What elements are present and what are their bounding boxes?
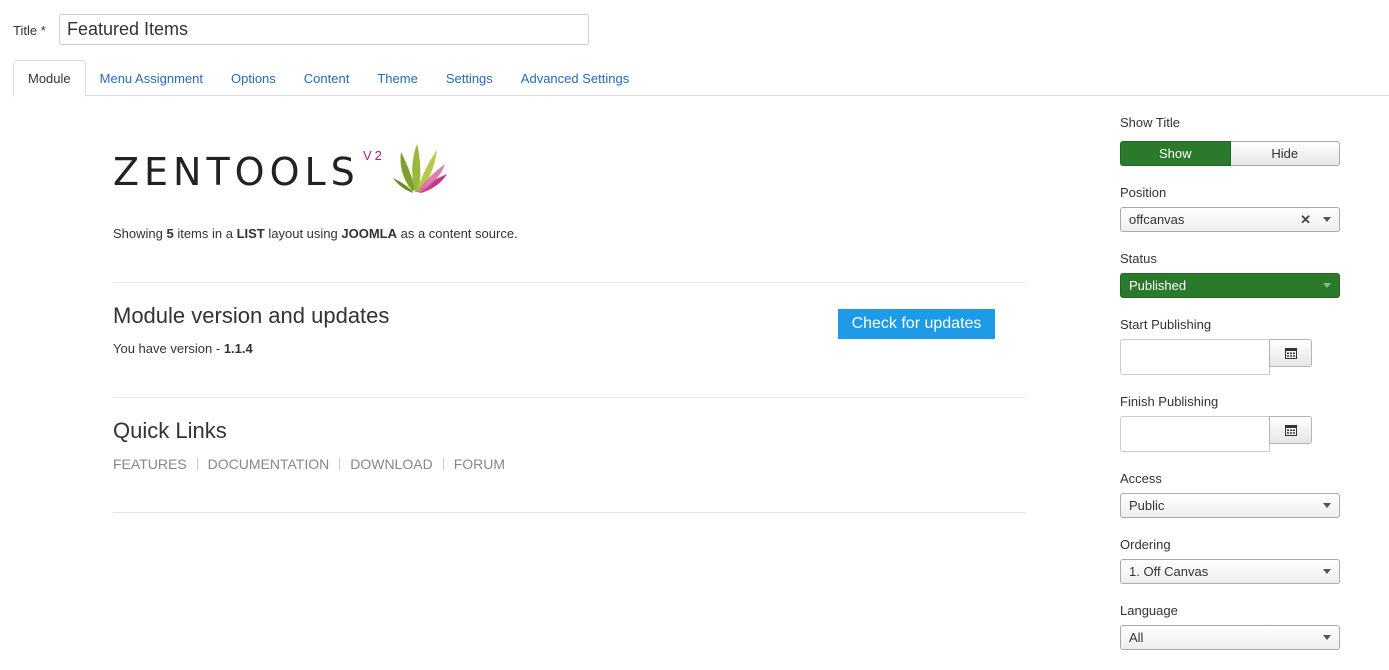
tab-advanced-settings[interactable]: Advanced Settings	[507, 60, 643, 96]
chevron-down-icon	[1323, 635, 1331, 640]
start-publishing-field	[1120, 339, 1312, 375]
title-input[interactable]	[59, 14, 589, 45]
calendar-icon	[1284, 348, 1297, 359]
finish-calendar-button[interactable]	[1269, 416, 1312, 444]
show-title-label: Show Title	[1120, 115, 1180, 130]
check-updates-button[interactable]: Check for updates	[838, 309, 995, 339]
link-features[interactable]: FEATURES	[113, 456, 187, 472]
hide-button[interactable]: Hide	[1230, 141, 1340, 166]
chevron-down-icon	[1323, 217, 1331, 222]
calendar-icon	[1284, 425, 1297, 436]
position-select[interactable]: offcanvas ✕	[1120, 207, 1340, 232]
start-publishing-label: Start Publishing	[1120, 317, 1212, 332]
access-value: Public	[1129, 498, 1165, 513]
version-prefix: You have version -	[113, 341, 224, 356]
position-value: offcanvas	[1129, 212, 1185, 227]
divider	[113, 282, 1026, 283]
zentools-logo: ZENTOOLS V2	[113, 140, 453, 200]
language-select[interactable]: All	[1120, 625, 1340, 650]
tab-content[interactable]: Content	[290, 60, 364, 96]
chevron-down-icon	[1323, 569, 1331, 574]
version-text: You have version - 1.1.4	[113, 341, 253, 356]
language-label: Language	[1120, 603, 1178, 618]
ordering-value: 1. Off Canvas	[1129, 564, 1209, 579]
summary-mid2: layout using	[264, 226, 342, 241]
show-title-toggle: Show Hide	[1120, 141, 1340, 166]
clear-x-icon[interactable]: ✕	[1300, 212, 1311, 228]
summary-prefix: Showing	[113, 226, 167, 241]
version-number: 1.1.4	[223, 341, 253, 356]
leaf-logo-icon	[393, 144, 447, 193]
chevron-down-icon	[1323, 283, 1331, 288]
link-forum[interactable]: FORUM	[454, 456, 505, 472]
divider	[113, 512, 1026, 513]
summary-suffix: as a content source.	[396, 226, 518, 241]
quick-links-heading: Quick Links	[113, 418, 227, 443]
link-documentation[interactable]: DOCUMENTATION	[208, 456, 330, 472]
tab-settings[interactable]: Settings	[432, 60, 507, 96]
title-label: Title *	[13, 22, 46, 38]
summary-layout: LIST	[236, 226, 265, 241]
title-row: Title *	[13, 14, 589, 46]
chevron-down-icon	[1323, 503, 1331, 508]
tab-options[interactable]: Options	[217, 60, 290, 96]
show-button[interactable]: Show	[1120, 141, 1231, 166]
tab-bar: Module Menu Assignment Options Content T…	[13, 60, 1389, 97]
version-heading: Module version and updates	[113, 303, 390, 328]
start-calendar-button[interactable]	[1269, 339, 1312, 367]
summary-mid1: items in a	[173, 226, 237, 241]
quick-links: FEATURES DOCUMENTATION DOWNLOAD FORUM	[113, 456, 505, 472]
access-label: Access	[1120, 471, 1162, 486]
ordering-select[interactable]: 1. Off Canvas	[1120, 559, 1340, 584]
summary-source: JOOMLA	[341, 226, 397, 241]
status-select[interactable]: Published	[1120, 273, 1340, 298]
finish-publishing-input[interactable]	[1120, 416, 1270, 452]
start-publishing-input[interactable]	[1120, 339, 1270, 375]
link-separator	[339, 458, 341, 470]
status-value: Published	[1129, 278, 1187, 293]
finish-publishing-field	[1120, 416, 1312, 452]
tab-theme[interactable]: Theme	[363, 60, 431, 96]
finish-publishing-label: Finish Publishing	[1120, 394, 1219, 409]
tab-menu-assignment[interactable]: Menu Assignment	[86, 60, 217, 96]
ordering-label: Ordering	[1120, 537, 1171, 552]
tab-module[interactable]: Module	[13, 60, 86, 97]
link-separator	[442, 458, 444, 470]
divider	[113, 397, 1026, 398]
link-separator	[196, 458, 198, 470]
link-download[interactable]: DOWNLOAD	[350, 456, 432, 472]
summary-count: 5	[166, 226, 174, 241]
logo-text: ZENTOOLS	[113, 150, 360, 194]
access-select[interactable]: Public	[1120, 493, 1340, 518]
module-edit-page: Title * Module Menu Assignment Options C…	[0, 0, 1389, 670]
status-label: Status	[1120, 251, 1157, 266]
language-value: All	[1129, 630, 1144, 645]
position-label: Position	[1120, 185, 1167, 200]
summary-text: Showing 5 items in a LIST layout using J…	[113, 226, 518, 241]
logo-version-badge: V2	[363, 148, 385, 163]
